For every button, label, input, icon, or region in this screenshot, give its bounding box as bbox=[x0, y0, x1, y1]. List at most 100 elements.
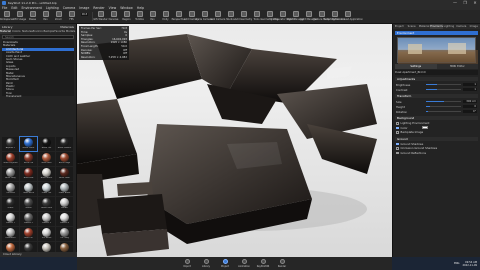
size-value-field[interactable]: 300 cm bbox=[463, 99, 477, 104]
height-slider[interactable] bbox=[426, 105, 461, 108]
env-file-row[interactable]: Dusk Apartment_8k.hdr bbox=[395, 70, 478, 75]
toolbar-cycle-cameras-button[interactable]: Cycle Cameras bbox=[196, 10, 213, 23]
adjustments-section[interactable]: Adjustments bbox=[395, 77, 478, 81]
toolbar-tumble-button[interactable]: Tumble bbox=[133, 10, 146, 23]
toolbar-feature-mode-button[interactable]: Feature Mode bbox=[313, 10, 330, 23]
menu-camera[interactable]: Camera bbox=[63, 6, 76, 10]
menu-environment[interactable]: Environment bbox=[22, 6, 42, 10]
material-thumbnail[interactable]: Brick Old bbox=[20, 152, 37, 166]
toolbar-geometry-view-button[interactable]: Geometry View bbox=[260, 10, 279, 23]
rotation-value-field[interactable]: 0° bbox=[463, 109, 477, 114]
project-tab-image[interactable]: Image bbox=[468, 24, 480, 29]
material-thumbnail[interactable]: Pavement bbox=[2, 227, 19, 241]
bottom-project-button[interactable]: Project bbox=[218, 259, 233, 268]
transform-section[interactable]: Transform bbox=[395, 94, 478, 98]
material-thumbnail[interactable]: Black Granite bbox=[56, 137, 73, 151]
toolbar-pause-button[interactable]: Pause bbox=[26, 10, 39, 23]
material-thumbnail[interactable]: Marble bbox=[56, 197, 73, 211]
material-thumbnail[interactable]: Grass bbox=[2, 197, 19, 211]
background-section[interactable]: Background bbox=[395, 116, 478, 120]
material-thumbnail[interactable]: Gravel bbox=[20, 197, 37, 211]
material-thumbnail[interactable]: Mosaic 2 bbox=[20, 212, 37, 226]
checkbox[interactable] bbox=[396, 142, 399, 145]
checkbox[interactable] bbox=[396, 147, 399, 150]
library-tab-backplates[interactable]: Backplates bbox=[43, 29, 54, 34]
menu-render[interactable]: Render bbox=[93, 6, 104, 10]
material-thumbnail[interactable]: Tile Gray bbox=[56, 227, 73, 241]
material-thumbnail[interactable]: Roof Tile bbox=[20, 227, 37, 241]
bottom-keyshotxr-button[interactable]: KeyShotXR bbox=[256, 259, 271, 268]
toolbar-configurator-wizard-button[interactable]: Configurator Wizard bbox=[271, 10, 294, 23]
toolbar-add-geometry-button[interactable]: Add Geometry bbox=[235, 10, 252, 23]
project-tab-camera[interactable]: Camera bbox=[455, 24, 467, 29]
material-thumbnail[interactable]: Black Tile bbox=[38, 137, 55, 151]
project-tab-scene[interactable]: Scene bbox=[405, 24, 417, 29]
ground-section[interactable]: Ground bbox=[395, 136, 478, 141]
material-thumbnail[interactable]: Mosaic 1 bbox=[2, 212, 19, 226]
material-thumbnail[interactable]: Mosaic 3 bbox=[38, 212, 55, 226]
toolbar-perspective-button[interactable]: Perspective bbox=[172, 10, 185, 23]
environment-list-item[interactable]: Environment bbox=[395, 31, 478, 35]
toolbar-return-to-last-application-button[interactable]: Return to Last Application bbox=[332, 10, 363, 23]
color-swatch[interactable] bbox=[421, 126, 428, 130]
material-thumbnail[interactable]: Mosaic 4 bbox=[56, 212, 73, 226]
bottom-render-button[interactable]: Render bbox=[275, 259, 290, 268]
rotation-slider[interactable] bbox=[426, 110, 461, 113]
library-tab-textures[interactable]: Textures bbox=[22, 29, 33, 34]
material-thumbnail[interactable]: Glass Tile bbox=[38, 182, 55, 196]
library-tab-materials[interactable]: Materials bbox=[0, 29, 11, 34]
toolbar-pan-button[interactable]: Pan bbox=[146, 10, 159, 23]
toolbar-denoise-button[interactable]: Denoise bbox=[107, 10, 120, 23]
toolbar-lock-camera-button[interactable]: Lock Camera bbox=[210, 10, 225, 23]
tab-settings[interactable]: Settings bbox=[395, 64, 437, 69]
toolbar-zoom-button[interactable]: Zoom bbox=[52, 10, 65, 23]
toolbar-cpu-usage-button[interactable]: CPU Usage bbox=[13, 10, 26, 23]
toolbar-gpu-render-button[interactable]: GPU Render bbox=[93, 10, 108, 23]
toolbar-fps-button[interactable]: FPS bbox=[65, 10, 78, 23]
project-tab-environment[interactable]: Environment bbox=[430, 24, 443, 29]
brightness-slider[interactable] bbox=[426, 83, 461, 86]
ground-reflections-option[interactable]: Ground Reflections bbox=[396, 151, 477, 156]
material-thumbnail[interactable]: Brick Gray bbox=[2, 167, 19, 181]
toolbar-dolly-button[interactable]: Dolly bbox=[159, 10, 172, 23]
backplate-image-option[interactable]: Backplate Image bbox=[396, 130, 477, 135]
material-thumbnail[interactable]: Black Grout bbox=[19, 136, 38, 152]
contrast-value-field[interactable]: 1 bbox=[463, 87, 477, 92]
library-tab-colors[interactable]: Colors bbox=[11, 29, 22, 34]
material-thumbnail[interactable]: Tile White bbox=[38, 227, 55, 241]
height-value-field[interactable]: 0 bbox=[463, 104, 477, 109]
toolbar-scripting-console-button[interactable]: Scripting Console bbox=[324, 10, 345, 23]
material-thumbnail[interactable]: Concrete bbox=[2, 182, 19, 196]
menu-window[interactable]: Window bbox=[120, 6, 133, 10]
project-tab-material[interactable]: Material bbox=[418, 24, 430, 29]
brightness-value-field[interactable]: 1 bbox=[463, 82, 477, 87]
toolbar-studios-button[interactable]: Studios bbox=[224, 10, 237, 23]
bottom-library-button[interactable]: Library bbox=[199, 259, 214, 268]
material-thumbnail[interactable]: Brick Large bbox=[56, 152, 73, 166]
toolbar-light-manager-button[interactable]: Light Manager bbox=[287, 10, 304, 23]
toolbar-pan-button[interactable]: Pan bbox=[39, 10, 52, 23]
language-indicator[interactable]: ENG bbox=[454, 262, 459, 265]
checkbox[interactable] bbox=[396, 122, 399, 125]
material-thumbnail[interactable]: Brick White bbox=[38, 167, 55, 181]
toolbar-region-button[interactable]: Region bbox=[120, 10, 133, 23]
bottom-animation-button[interactable]: Animation bbox=[237, 259, 252, 268]
material-thumbnail[interactable]: Glass Brick bbox=[20, 182, 37, 196]
library-tab-models[interactable]: Models bbox=[65, 29, 76, 34]
menu-lighting[interactable]: Lighting bbox=[46, 6, 59, 10]
library-tab-environments[interactable]: Environments bbox=[33, 29, 44, 34]
environment-preview[interactable] bbox=[397, 37, 478, 64]
material-thumbnail[interactable]: Brick Red bbox=[20, 167, 37, 181]
menu-image[interactable]: Image bbox=[79, 6, 89, 10]
menu-view[interactable]: View bbox=[109, 6, 117, 10]
project-tab-project[interactable]: Project bbox=[393, 24, 405, 29]
menu-edit[interactable]: Edit bbox=[11, 6, 17, 10]
menu-file[interactable]: File bbox=[2, 6, 7, 10]
project-tab-lighting[interactable]: Lighting bbox=[443, 24, 455, 29]
clock[interactable]: 09:54 AM 2022-11-09 bbox=[462, 261, 477, 267]
library-search-input[interactable]: Search bbox=[2, 35, 74, 39]
material-thumbnail[interactable]: Glass Block bbox=[56, 182, 73, 196]
size-slider[interactable] bbox=[426, 100, 461, 103]
toolbar-workspaces-button[interactable]: Workspaces bbox=[0, 10, 14, 23]
tree-item-translucent[interactable]: Translucent bbox=[2, 94, 74, 98]
